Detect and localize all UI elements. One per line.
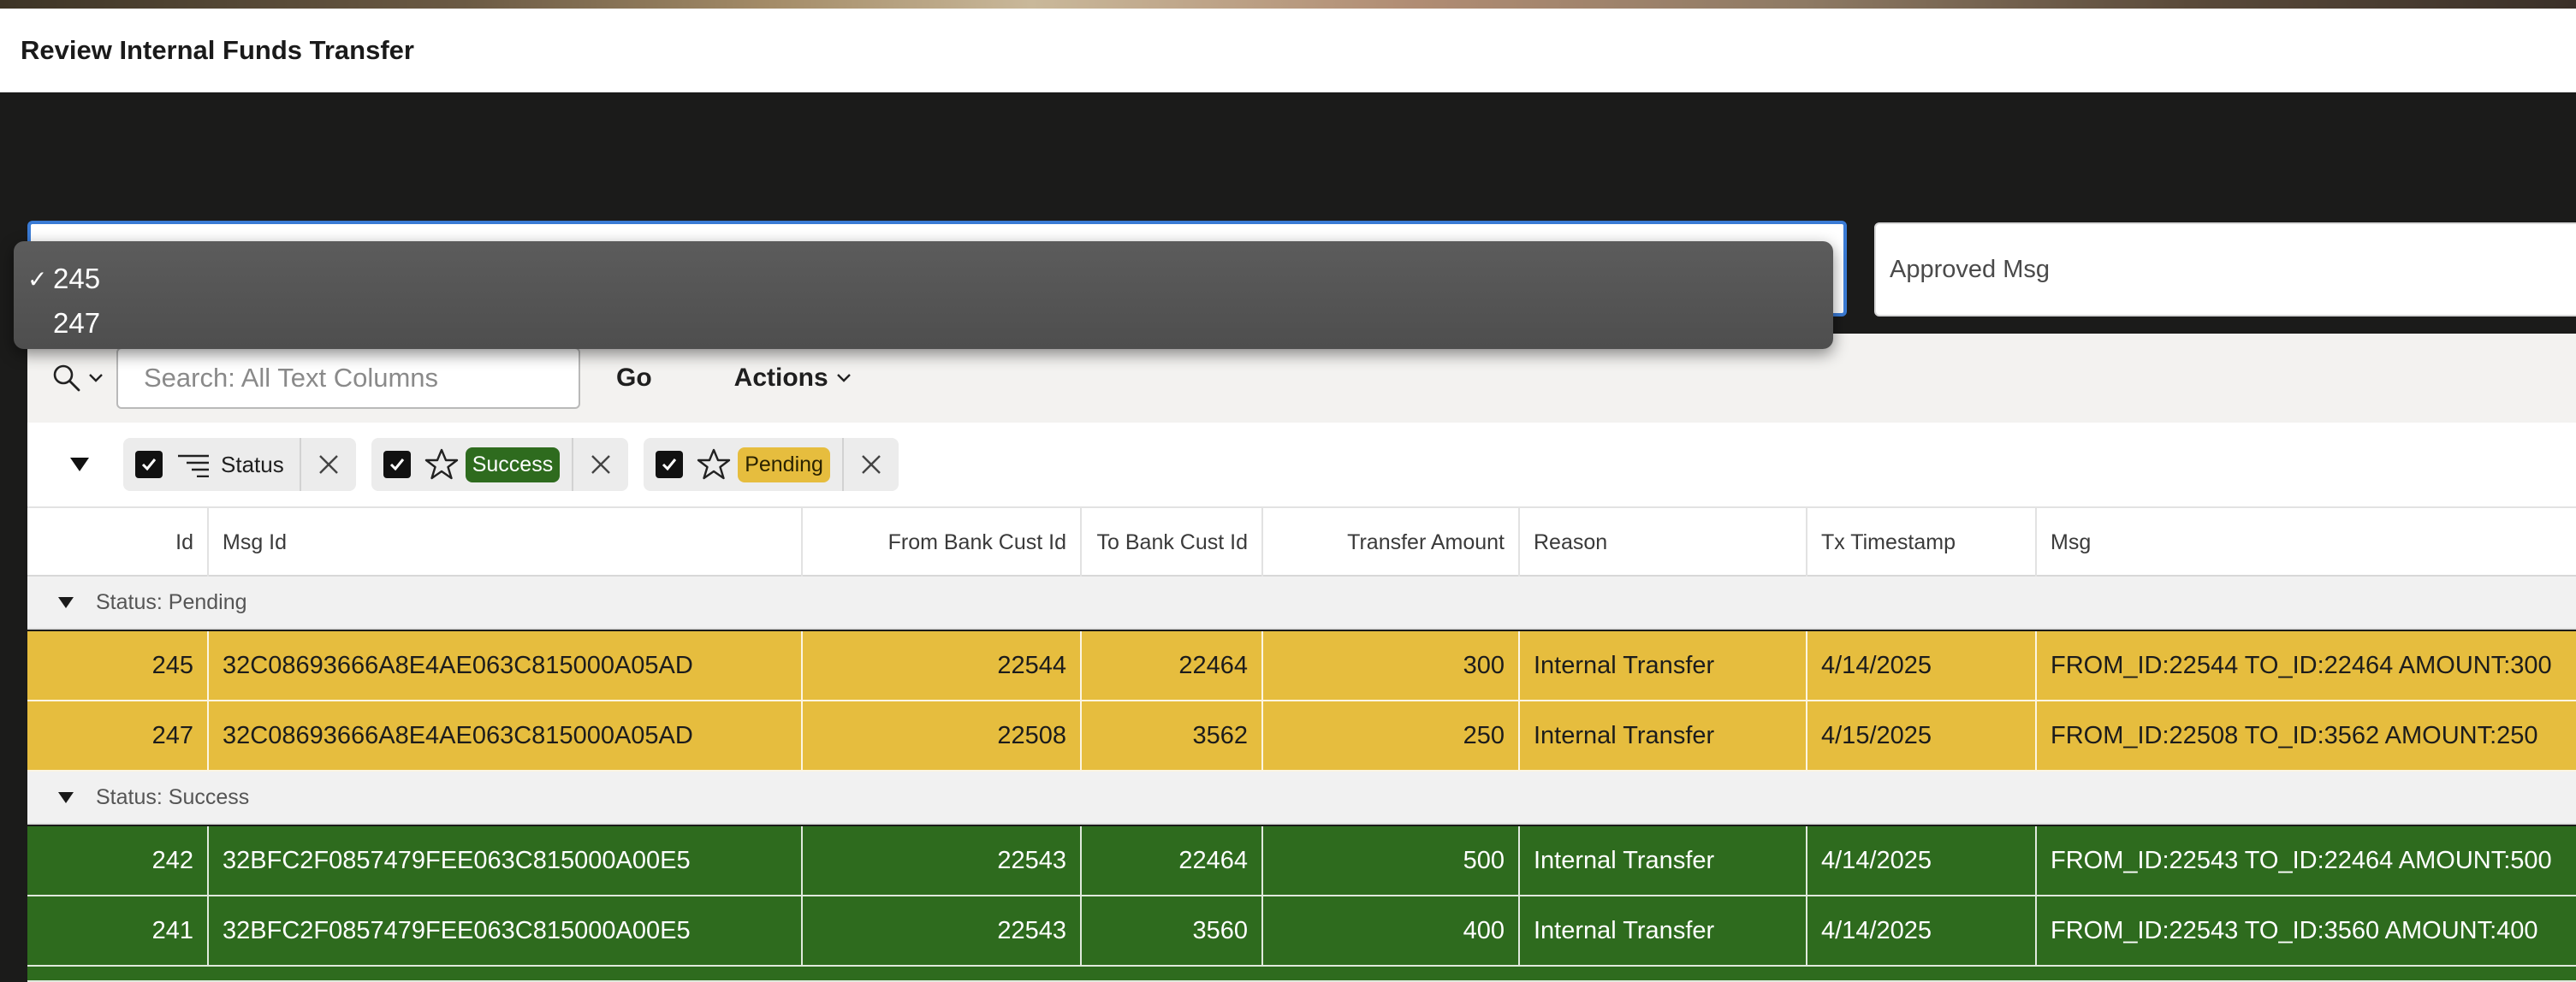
table-header: Id Msg Id From Bank Cust Id To Bank Cust… <box>27 508 2576 577</box>
cell-msg-id: 32C08693666A8E4AE063C815000A05AD <box>209 701 803 770</box>
group-label: Status: Pending <box>96 589 247 614</box>
go-button[interactable]: Go <box>616 355 652 401</box>
actions-label: Actions <box>733 364 828 392</box>
cell-reason: Internal Transfer <box>1520 701 1807 770</box>
column-header[interactable]: Msg <box>2037 508 2576 577</box>
transfer-id-dropdown: ✓ 245 247 <box>14 241 1833 349</box>
cell-reason: Internal Transfer <box>1520 631 1807 700</box>
search-icon <box>53 364 80 392</box>
cell-id: 245 <box>27 631 209 700</box>
approved-msg-field[interactable]: Approved Msg <box>1874 222 2576 316</box>
enable-checkbox[interactable] <box>656 451 684 478</box>
group-label: Status: Success <box>96 784 250 809</box>
report-settings-row: Status Success Pending <box>27 423 2576 508</box>
cell-from: 22543 <box>803 896 1082 965</box>
check-icon: ✓ <box>27 265 48 293</box>
control-break-icon <box>176 452 211 477</box>
cell-msg: FROM_ID:22543 TO_ID:22464 AMOUNT:500 <box>2051 846 2552 874</box>
cell-from: 22544 <box>803 631 1082 700</box>
table-row[interactable]: 245 32C08693666A8E4AE063C815000A05AD 225… <box>27 631 2576 701</box>
search-column-menu[interactable] <box>39 348 116 408</box>
close-icon <box>591 455 611 474</box>
cell-msg-id: 32BFC2F0857479FEE063C815000A00E5 <box>209 826 803 895</box>
dropdown-option[interactable]: ✓ 245 <box>14 257 1833 301</box>
chip-label[interactable]: Status <box>221 452 284 478</box>
search-input[interactable]: Search: All Text Columns <box>116 347 580 409</box>
group-collapse-icon[interactable] <box>58 596 74 608</box>
dialog-title-bar: Review Internal Funds Transfer <box>0 9 2576 92</box>
cell-id: 247 <box>27 701 209 770</box>
cell-reason: Internal Transfer <box>1520 826 1807 895</box>
column-header[interactable]: Id <box>27 508 209 577</box>
star-icon <box>697 448 731 481</box>
cell-from: 22508 <box>803 701 1082 770</box>
remove-filter-button[interactable] <box>301 438 356 491</box>
dropdown-option-label: 245 <box>53 263 101 294</box>
cell-to: 3562 <box>1082 701 1263 770</box>
column-header[interactable]: Transfer Amount <box>1263 508 1520 577</box>
cell-amount: 400 <box>1263 896 1520 965</box>
group-header-pending[interactable]: Status: Pending <box>27 577 2576 630</box>
actions-menu-button[interactable]: Actions <box>734 364 852 393</box>
cell-amount: 500 <box>1263 826 1520 895</box>
cell-timestamp: 4/15/2025 <box>1807 701 2037 770</box>
table-row-partial <box>27 967 2576 982</box>
cell-timestamp: 4/14/2025 <box>1807 631 2037 700</box>
filter-chip-success: Success <box>371 438 629 491</box>
group-header-success[interactable]: Status: Success <box>27 772 2576 825</box>
cell-to: 22464 <box>1082 826 1263 895</box>
enable-checkbox[interactable] <box>135 451 163 478</box>
column-header[interactable]: To Bank Cust Id <box>1082 508 1263 577</box>
enable-checkbox[interactable] <box>383 451 411 478</box>
star-icon <box>424 448 459 481</box>
dialog-body-background <box>0 92 2576 221</box>
cell-amount: 250 <box>1263 701 1520 770</box>
background-photo-strip <box>0 0 2576 9</box>
cell-from: 22543 <box>803 826 1082 895</box>
collapse-settings-icon[interactable] <box>70 458 89 471</box>
cell-to: 3560 <box>1082 896 1263 965</box>
table-row[interactable]: 242 32BFC2F0857479FEE063C815000A00E5 225… <box>27 826 2576 896</box>
cell-reason: Internal Transfer <box>1520 896 1807 965</box>
cell-id: 242 <box>27 826 209 895</box>
filter-chip-status: Status <box>123 438 356 491</box>
checkmark-icon <box>662 458 677 471</box>
column-header[interactable]: Reason <box>1520 508 1807 577</box>
remove-filter-button[interactable] <box>844 438 899 491</box>
dropdown-option[interactable]: 247 <box>14 301 1833 346</box>
checkmark-icon <box>389 458 404 471</box>
cell-msg-id: 32BFC2F0857479FEE063C815000A00E5 <box>209 896 803 965</box>
filter-chip-pending: Pending <box>644 438 899 491</box>
table-row[interactable]: 247 32C08693666A8E4AE063C815000A05AD 225… <box>27 701 2576 772</box>
checkmark-icon <box>141 458 157 471</box>
remove-filter-button[interactable] <box>573 438 628 491</box>
cell-timestamp: 4/14/2025 <box>1807 826 2037 895</box>
page-title: Review Internal Funds Transfer <box>21 35 414 65</box>
column-header[interactable]: Msg Id <box>209 508 803 577</box>
cell-timestamp: 4/14/2025 <box>1807 896 2037 965</box>
search-placeholder: Search: All Text Columns <box>144 363 439 393</box>
close-icon <box>862 455 881 474</box>
cell-msg-id: 32C08693666A8E4AE063C815000A05AD <box>209 631 803 700</box>
column-header[interactable]: Tx Timestamp <box>1807 508 2037 577</box>
highlight-pill[interactable]: Success <box>465 447 561 482</box>
cell-to: 22464 <box>1082 631 1263 700</box>
cell-amount: 300 <box>1263 631 1520 700</box>
approved-msg-label: Approved Msg <box>1890 255 2050 283</box>
chevron-down-icon <box>89 374 103 382</box>
dropdown-option-label: 247 <box>53 307 101 339</box>
cell-msg: FROM_ID:22543 TO_ID:3560 AMOUNT:400 <box>2051 916 2538 944</box>
cell-msg: FROM_ID:22508 TO_ID:3562 AMOUNT:250 <box>2051 721 2538 749</box>
close-icon <box>318 455 338 474</box>
chevron-down-icon <box>836 374 851 382</box>
group-collapse-icon[interactable] <box>58 791 74 803</box>
cell-id: 241 <box>27 896 209 965</box>
cell-msg: FROM_ID:22544 TO_ID:22464 AMOUNT:300 <box>2051 651 2552 679</box>
table-row[interactable]: 241 32BFC2F0857479FEE063C815000A00E5 225… <box>27 896 2576 967</box>
highlight-pill[interactable]: Pending <box>738 447 830 482</box>
column-header[interactable]: From Bank Cust Id <box>803 508 1082 577</box>
